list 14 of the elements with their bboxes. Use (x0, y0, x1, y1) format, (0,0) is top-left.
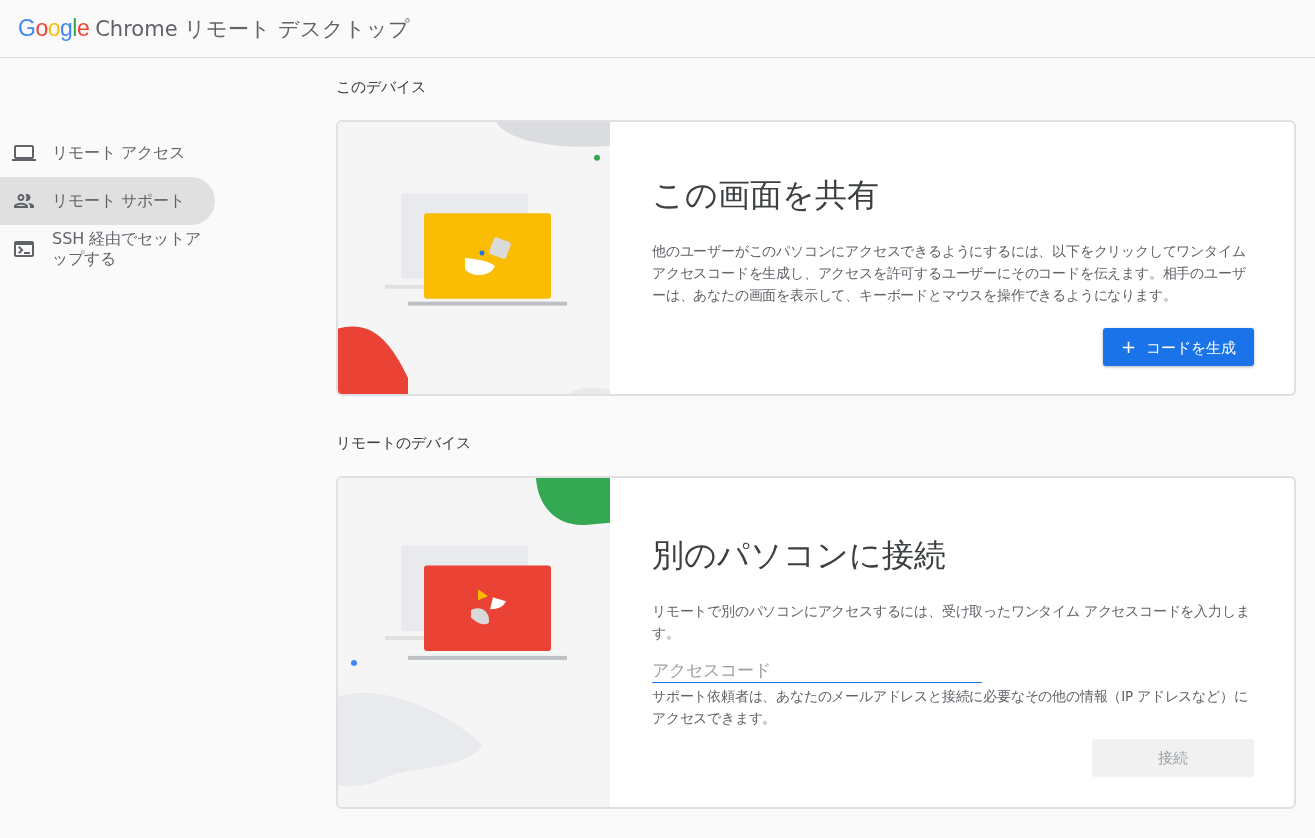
section-heading: このデバイス (336, 78, 427, 98)
sidebar-item[interactable]: リモート サポート (0, 177, 215, 225)
sidebar-item[interactable]: リモート アクセス (0, 129, 215, 177)
app-title: Chrome リモート デスクトップ (95, 15, 410, 43)
description-text: 他のユーザーがこのパソコンにアクセスできるようにするには、以下をクリックしてワンタイムアクセスコードを生成し、アクセスを許可するユーザーにそのコードを伝えます。相手のユーザーは、あなたの画面を表示して、キーボードとマウスを操作できるようになります。 (652, 242, 1247, 305)
google-logo: Google (18, 15, 90, 42)
sidebar-item[interactable]: SSH 経由でセットアップする (0, 225, 215, 273)
description-text: リモートで別のパソコンにアクセスするには、受け取ったワンタイム アクセスコードを入力します。 (652, 602, 1251, 643)
card-title: この画面を共有 (652, 175, 880, 216)
action-button[interactable]: + コードを生成 (1102, 328, 1254, 366)
access-code-field[interactable]: アクセスコード (652, 658, 982, 683)
privacy-note: サポート依頼者は、あなたのメールアドレスと接続に必要なその他の情報（IP アドレスなど）にアクセスできます。 (652, 687, 1249, 728)
card-title: 別のパソコンに接続 (652, 535, 947, 576)
section-heading: リモートのデバイス (336, 434, 472, 454)
